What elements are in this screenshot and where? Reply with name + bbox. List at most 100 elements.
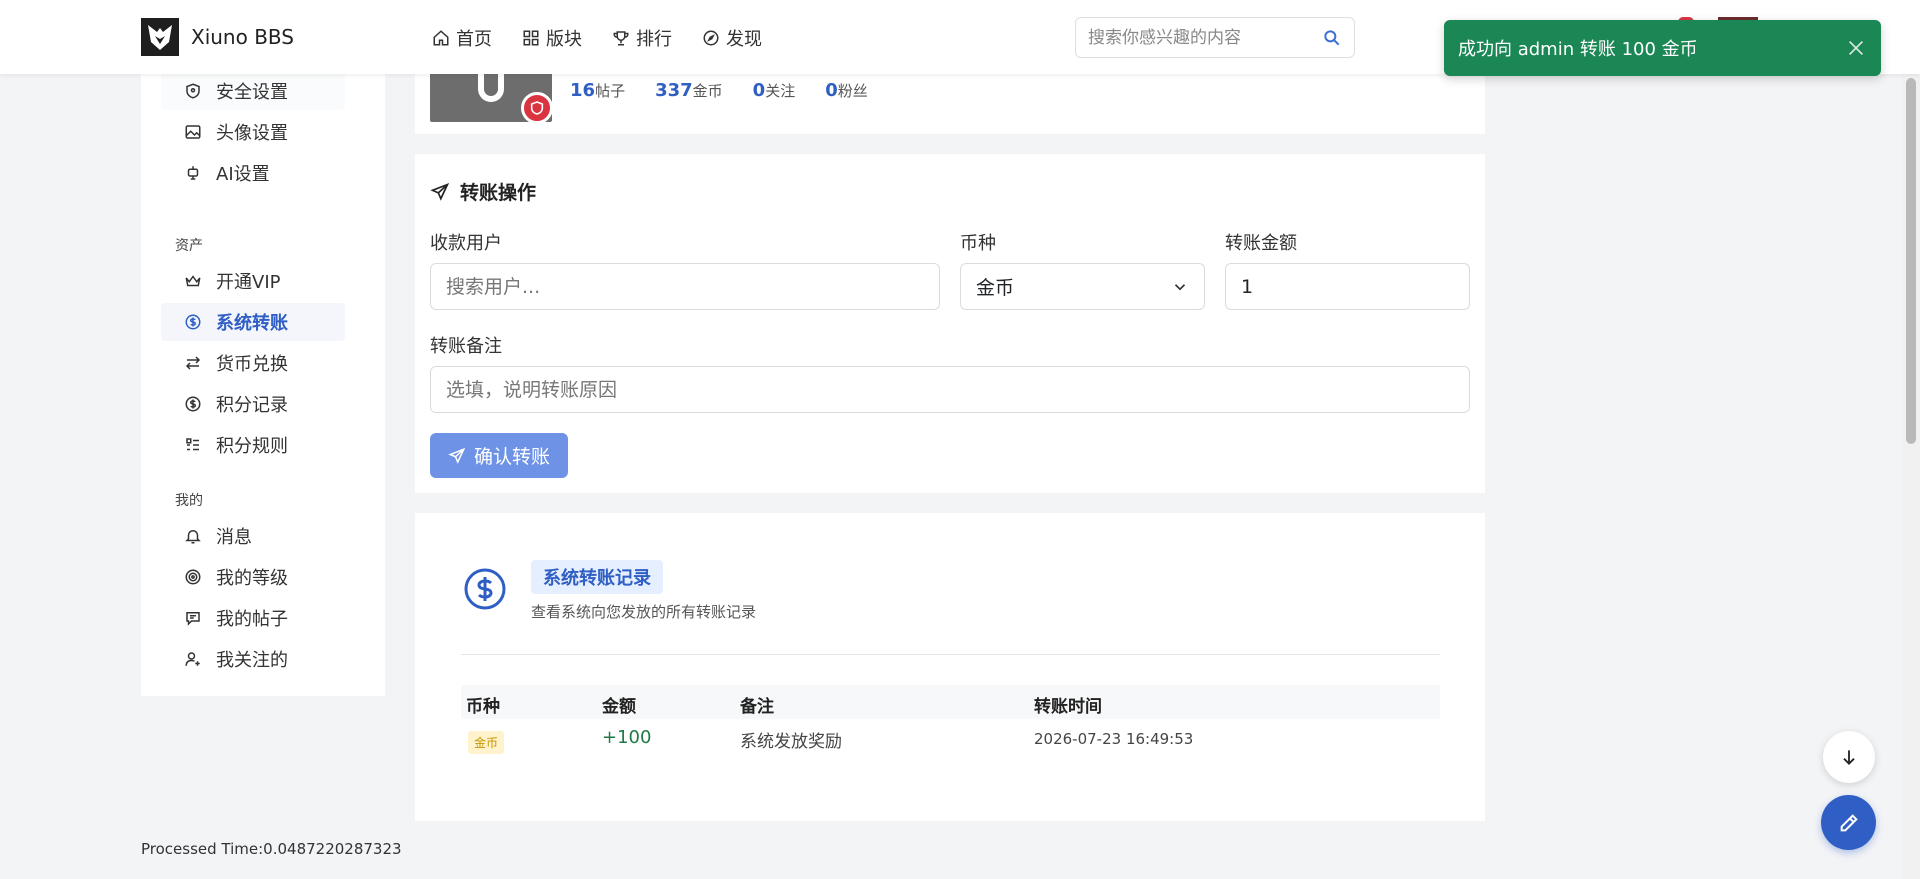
stat-label: 粉丝 (837, 82, 868, 100)
recipient-label: 收款用户 (430, 233, 502, 254)
amount-cell: +100 (602, 727, 652, 748)
transfer-title-text: 转账操作 (460, 182, 537, 204)
currency-select[interactable]: 金币 (960, 263, 1205, 310)
list-icon (186, 438, 199, 451)
column-header: 转账时间 (1034, 697, 1102, 717)
sidebar-item-label: 货币兑换 (216, 354, 288, 375)
sidebar-item-my-posts[interactable]: 我的帖子 (161, 599, 345, 637)
stat-coins[interactable]: 337金币 (655, 80, 723, 101)
sidebar-item-label: 积分规则 (216, 436, 288, 457)
send-icon (430, 182, 450, 201)
image-icon (185, 125, 201, 139)
sidebar-item-label: 系统转账 (216, 313, 288, 334)
stat-number: 16 (570, 80, 596, 101)
brand-title: Xiuno BBS (191, 25, 294, 49)
sidebar-item-ai[interactable]: AI设置 (161, 154, 345, 192)
table-row: 金币 +100 系统发放奖励 2026-07-23 16:49:53 (461, 721, 1440, 755)
stat-following[interactable]: 0关注 (753, 80, 796, 101)
sidebar-item-following[interactable]: 我关注的 (161, 640, 345, 678)
sidebar-item-label: AI设置 (216, 164, 270, 185)
scroll-down-button[interactable] (1823, 731, 1875, 783)
note-cell: 系统发放奖励 (740, 732, 842, 752)
sidebar-item-label: 头像设置 (216, 123, 288, 144)
search-icon[interactable] (1322, 28, 1342, 48)
column-header: 金额 (602, 697, 636, 717)
user-plus-icon (185, 652, 200, 666)
pencil-icon (1840, 813, 1858, 831)
nav-item-discover[interactable]: 发现 (702, 25, 762, 51)
arrow-down-icon (1843, 750, 1855, 765)
compass-icon (703, 30, 719, 46)
nav-item-home[interactable]: 首页 (432, 25, 492, 51)
records-card: 系统转账记录 查看系统向您发放的所有转账记录 币种 金额 备注 转账时间 金币 … (415, 513, 1485, 821)
sidebar-item-avatar[interactable]: 头像设置 (161, 113, 345, 151)
recipient-input[interactable] (446, 275, 924, 298)
transfer-card: 转账操作 收款用户 币种 金币 转账金额 转账备注 确认转账 (415, 154, 1485, 493)
compose-button[interactable] (1821, 795, 1876, 850)
sidebar-item-system-transfer[interactable]: 系统转账 (161, 303, 345, 341)
note-field[interactable] (430, 366, 1470, 413)
dollar-icon (185, 396, 201, 412)
sidebar-item-messages[interactable]: 消息 (161, 517, 345, 555)
home-icon (433, 30, 449, 46)
records-subtitle: 查看系统向您发放的所有转账记录 (531, 603, 757, 621)
stat-label: 金币 (692, 82, 723, 100)
stat-label: 帖子 (595, 82, 626, 100)
dollar-circle-icon (464, 568, 506, 610)
sidebar-item-label: 开通VIP (216, 272, 281, 293)
scrollbar-thumb[interactable] (1906, 78, 1916, 444)
confirm-transfer-button[interactable]: 确认转账 (430, 433, 568, 478)
search-box[interactable] (1075, 17, 1355, 58)
user-stats: 16帖子 337金币 0关注 0粉丝 (570, 80, 868, 101)
stat-number: 0 (752, 80, 766, 101)
sidebar-item-points-records[interactable]: 积分记录 (161, 385, 345, 423)
message-icon (186, 612, 200, 626)
close-icon[interactable] (1845, 37, 1867, 59)
sidebar-item-label: 消息 (216, 527, 252, 548)
main-nav: 首页 版块 排行 发现 (432, 25, 762, 51)
records-title: 系统转账记录 (531, 560, 663, 594)
bell-icon (185, 530, 201, 544)
exchange-icon (185, 356, 201, 370)
sidebar-section-assets: 资产 (175, 238, 203, 254)
time-cell: 2026-07-23 16:49:53 (1034, 730, 1194, 748)
table-header: 币种 金额 备注 转账时间 (461, 685, 1440, 719)
column-header: 币种 (466, 697, 500, 717)
sidebar-item-vip[interactable]: 开通VIP (161, 262, 345, 300)
nav-label: 首页 (456, 29, 492, 50)
shield-badge-icon (521, 92, 553, 124)
currency-value: 金币 (976, 277, 1015, 299)
sidebar-item-my-level[interactable]: 我的等级 (161, 558, 345, 596)
scrollbar[interactable] (1902, 74, 1920, 879)
recipient-field[interactable] (430, 263, 940, 310)
sidebar-item-label: 我关注的 (216, 650, 288, 671)
processed-time: Processed Time:0.0487220287323 (141, 840, 402, 858)
sidebar-item-security[interactable]: 安全设置 (161, 72, 345, 110)
nav-item-forums[interactable]: 版块 (522, 25, 582, 51)
sidebar-item-points-rules[interactable]: 积分规则 (161, 426, 345, 464)
search-input[interactable] (1088, 27, 1322, 48)
column-header: 备注 (740, 697, 774, 717)
nav-label: 发现 (726, 29, 762, 50)
logo-icon (141, 18, 179, 56)
amount-label: 转账金额 (1225, 233, 1297, 254)
shield-icon (186, 83, 200, 99)
amount-input[interactable] (1241, 275, 1454, 298)
divider (461, 654, 1440, 655)
stat-label: 关注 (765, 82, 796, 100)
sidebar-item-label: 我的等级 (216, 568, 288, 589)
crown-icon (185, 275, 201, 287)
nav-item-ranking[interactable]: 排行 (612, 25, 672, 51)
dollar-icon (185, 314, 201, 330)
note-input[interactable] (446, 378, 1454, 401)
nav-label: 版块 (546, 29, 582, 50)
sidebar-item-label: 积分记录 (216, 395, 288, 416)
sidebar-item-currency-exchange[interactable]: 货币兑换 (161, 344, 345, 382)
stat-followers[interactable]: 0粉丝 (825, 80, 868, 101)
brand[interactable]: Xiuno BBS (141, 18, 294, 56)
amount-field[interactable] (1225, 263, 1470, 310)
chevron-down-icon (1174, 283, 1186, 290)
sidebar-item-label: 我的帖子 (216, 609, 288, 630)
nav-label: 排行 (636, 29, 672, 50)
stat-posts[interactable]: 16帖子 (570, 80, 625, 101)
